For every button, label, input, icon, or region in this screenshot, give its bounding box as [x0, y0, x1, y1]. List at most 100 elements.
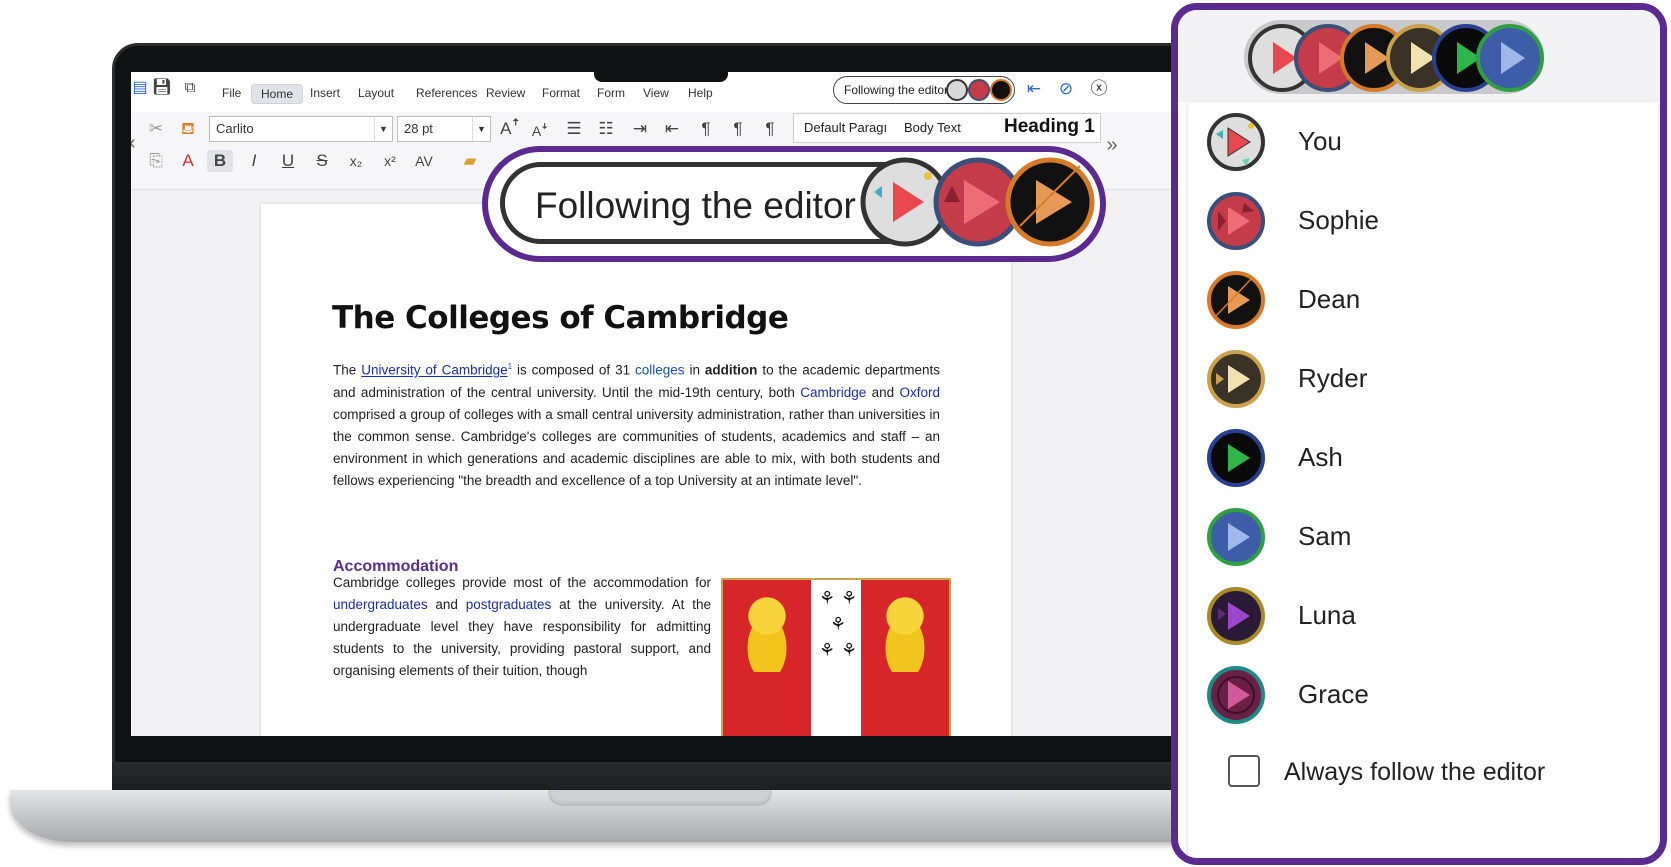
- user-row-you[interactable]: You: [1188, 102, 1658, 182]
- follow-chip-label: Following the editor: [844, 83, 949, 97]
- text-run: is composed of 31: [512, 362, 636, 378]
- lion-emblem: [871, 592, 939, 672]
- open-external-icon[interactable]: ⧉: [177, 77, 203, 99]
- menu-layout[interactable]: Layout: [349, 84, 403, 102]
- character-spacing-icon[interactable]: AV: [411, 150, 437, 172]
- crest-red-panel: [723, 580, 811, 736]
- collapse-left-icon[interactable]: «: [131, 132, 143, 154]
- subscript-button[interactable]: x₂: [343, 150, 369, 172]
- user-name: Ryder: [1298, 363, 1368, 393]
- link-postgraduates[interactable]: postgraduates: [466, 597, 552, 612]
- link-university-of-cambridge[interactable]: University of Cambridge: [361, 363, 507, 378]
- underline-button[interactable]: U: [275, 150, 301, 172]
- follow-editor-chip[interactable]: Following the editor: [833, 76, 1015, 104]
- pilcrow-icon[interactable]: ¶: [693, 118, 719, 140]
- text-run: Cambridge colleges provide most of the a…: [333, 575, 711, 590]
- zoom-callout: Following the editor: [482, 146, 1106, 262]
- link-undergraduates[interactable]: undergraduates: [333, 597, 428, 612]
- menu-form[interactable]: Form: [588, 84, 634, 102]
- link-cambridge[interactable]: Cambridge: [800, 385, 866, 400]
- avatar-ryder-icon: [1207, 350, 1265, 408]
- close-icon[interactable]: ⓧ: [1086, 78, 1112, 100]
- user-row-luna[interactable]: Luna: [1188, 576, 1658, 656]
- compass-icon[interactable]: ⊘: [1053, 78, 1079, 100]
- format-painter-icon[interactable]: ⛾: [175, 118, 201, 140]
- highlight-icon[interactable]: ▰: [457, 150, 483, 172]
- chevron-down-icon: ▼: [374, 117, 392, 141]
- style-gallery[interactable]: Default Paragı Body Text Heading 1: [793, 113, 1101, 143]
- follow-panel: You Sophie Dean Ryder Ash Sam Luna Grace…: [1171, 3, 1667, 865]
- document-page[interactable]: The Colleges of Cambridge The University…: [261, 204, 1011, 736]
- user-name: Luna: [1298, 600, 1356, 630]
- coat-of-arms-image[interactable]: ⚘ ⚘ ⚘ ⚘ ⚘: [721, 578, 951, 736]
- text-run: in: [684, 362, 705, 378]
- bullet-list-icon[interactable]: ☰: [561, 118, 587, 140]
- menu-help[interactable]: Help: [679, 84, 722, 102]
- user-avatar-icon: [968, 79, 990, 101]
- menu-insert[interactable]: Insert: [301, 84, 349, 102]
- user-row-ash[interactable]: Ash: [1188, 418, 1658, 498]
- strikethrough-button[interactable]: S: [309, 150, 335, 172]
- link-colleges[interactable]: colleges: [635, 363, 685, 378]
- document-title[interactable]: The Colleges of Cambridge: [332, 300, 789, 336]
- user-row-sam[interactable]: Sam: [1188, 497, 1658, 577]
- link-oxford[interactable]: Oxford: [899, 385, 940, 400]
- avatar-stack-zoomed: [860, 157, 1095, 247]
- user-name: Sam: [1298, 521, 1352, 551]
- text-run: and: [866, 384, 900, 400]
- text-run: The: [333, 362, 362, 378]
- menu-references[interactable]: References: [407, 84, 486, 102]
- clear-format-icon[interactable]: A: [175, 150, 201, 172]
- superscript-button[interactable]: x²: [377, 150, 403, 172]
- avatar-stack-icons[interactable]: [1244, 20, 1544, 96]
- lion-emblem: [733, 592, 801, 672]
- user-name: You: [1298, 126, 1342, 156]
- bold-button[interactable]: B: [207, 150, 233, 172]
- collapse-right-icon[interactable]: »: [1099, 134, 1125, 156]
- menu-review[interactable]: Review: [477, 84, 534, 102]
- copy-icon[interactable]: ⎘: [143, 150, 169, 172]
- italic-button[interactable]: I: [241, 150, 267, 172]
- user-row-sophie[interactable]: Sophie: [1188, 181, 1658, 261]
- avatar-dean-icon: [1207, 271, 1265, 329]
- numbered-list-icon[interactable]: ☷: [593, 118, 619, 140]
- menu-view[interactable]: View: [634, 84, 678, 102]
- shrink-font-icon[interactable]: Aꜜ: [527, 120, 553, 142]
- laptop-notch: [548, 790, 772, 806]
- avatar-dean-icon: [1005, 157, 1095, 247]
- decrease-indent-icon[interactable]: ⇤: [659, 118, 685, 140]
- ermine-icon: ⚘: [819, 640, 836, 660]
- menu-home[interactable]: Home: [251, 84, 304, 104]
- ltr-pilcrow-icon[interactable]: ¶: [725, 118, 751, 140]
- always-follow-label[interactable]: Always follow the editor: [1284, 758, 1545, 787]
- cut-icon[interactable]: ✂: [143, 118, 169, 140]
- rtl-pilcrow-icon[interactable]: ¶: [757, 118, 783, 140]
- user-avatar-icon: [990, 79, 1012, 101]
- menu-format[interactable]: Format: [533, 84, 589, 102]
- text-run: and: [427, 597, 466, 612]
- font-size-select[interactable]: 28 pt ▼: [397, 116, 491, 142]
- font-size-value: 28 pt: [404, 121, 433, 136]
- body-paragraph-1[interactable]: The University of Cambridge1 is composed…: [333, 356, 940, 492]
- grow-font-icon[interactable]: Aꜛ: [497, 118, 523, 140]
- follow-chip-label-zoomed: Following the editor: [535, 185, 856, 226]
- user-row-ryder[interactable]: Ryder: [1188, 339, 1658, 419]
- ermine-icon: ⚘: [830, 614, 847, 634]
- body-paragraph-2[interactable]: Cambridge colleges provide most of the a…: [333, 572, 711, 682]
- ermine-icon: ⚘: [841, 588, 858, 608]
- user-dropdown: You Sophie Dean Ryder Ash Sam Luna Grace…: [1188, 102, 1658, 858]
- style-body-text[interactable]: Body Text: [904, 120, 961, 135]
- style-default-paragraph[interactable]: Default Paragı: [804, 120, 887, 135]
- user-row-dean[interactable]: Dean: [1188, 260, 1658, 340]
- menu-file[interactable]: File: [213, 84, 250, 102]
- style-heading-1[interactable]: Heading 1: [1004, 116, 1095, 138]
- avatar-sam-icon: [1476, 24, 1544, 92]
- increase-indent-icon[interactable]: ⇥: [627, 118, 653, 140]
- font-name-select[interactable]: Carlito ▼: [209, 116, 393, 142]
- save-icon[interactable]: 💾︎: [149, 77, 175, 99]
- sidebar-toggle-icon[interactable]: ⇤: [1021, 78, 1047, 100]
- user-row-grace[interactable]: Grace: [1188, 655, 1658, 735]
- chevron-down-icon: ▼: [472, 117, 490, 141]
- always-follow-checkbox[interactable]: [1228, 755, 1260, 787]
- bold-text: addition: [704, 362, 758, 378]
